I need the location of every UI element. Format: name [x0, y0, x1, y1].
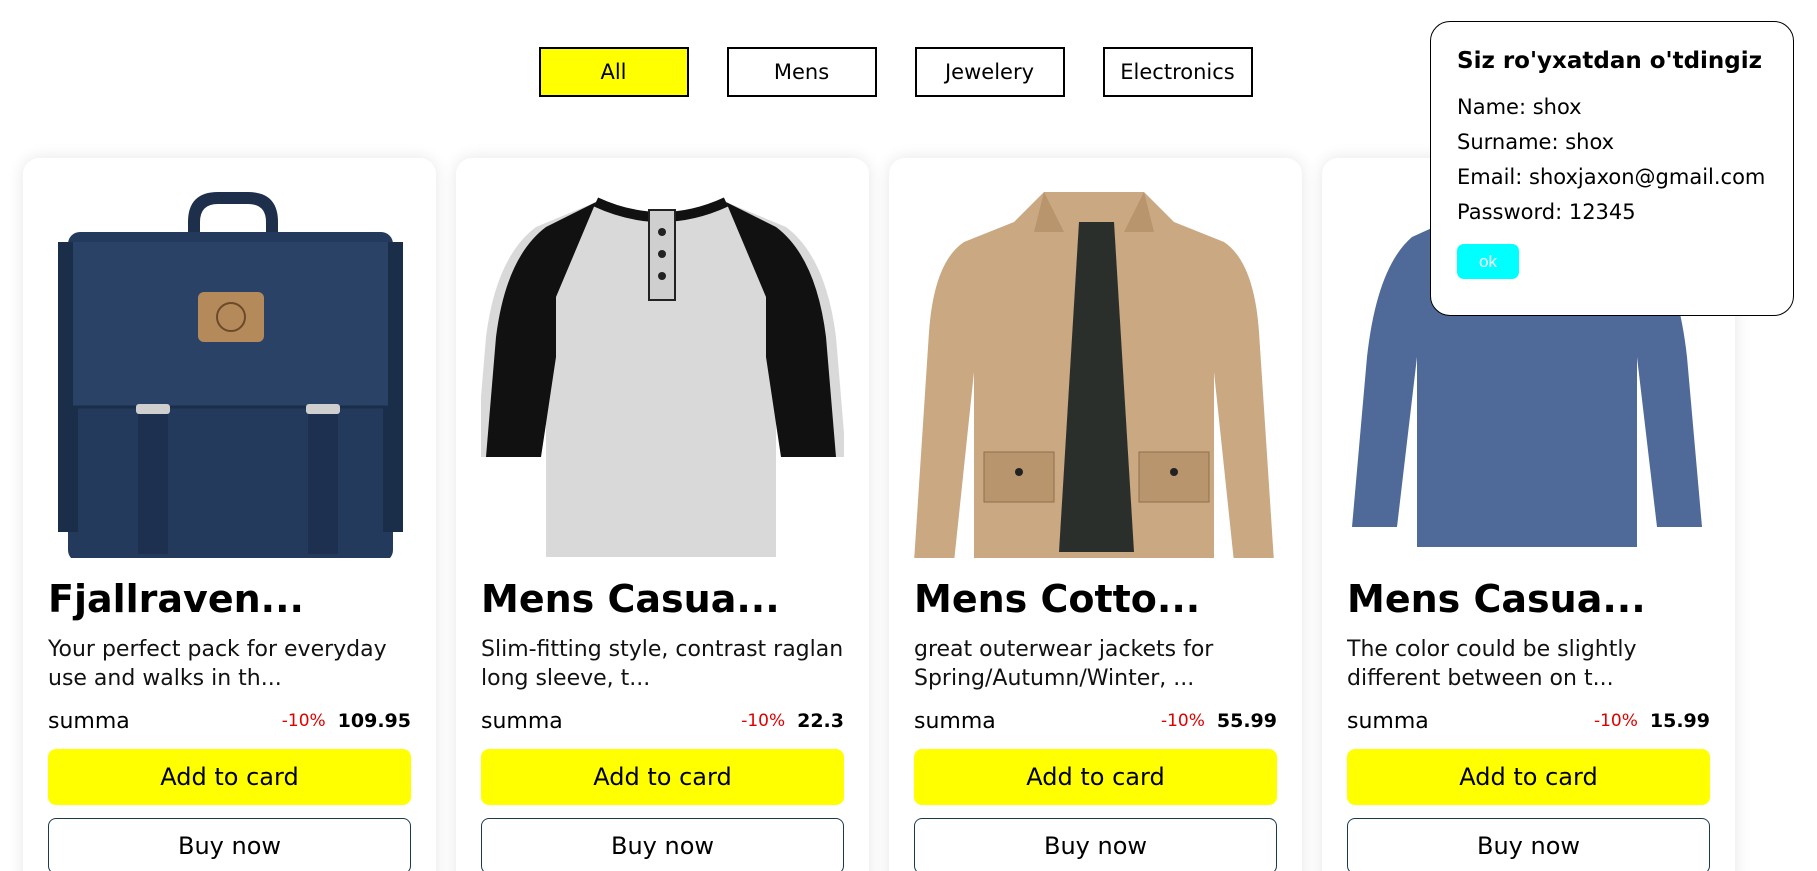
product-card: Mens Cotto... great outerwear jackets fo… — [889, 158, 1302, 871]
modal-surname: Surname: shox — [1457, 130, 1615, 154]
backpack-illustration — [58, 192, 403, 558]
modal-name: Name: shox — [1457, 95, 1582, 119]
modal-password: Password: 12345 — [1457, 200, 1636, 224]
jacket-illustration — [914, 192, 1274, 558]
product-description: Your perfect pack for everyday use and w… — [48, 637, 387, 691]
buy-now-button[interactable]: Buy now — [1347, 818, 1710, 871]
price-row: summa -10% 22.3 — [481, 707, 844, 735]
buy-now-button[interactable]: Buy now — [481, 818, 844, 871]
filter-all-button[interactable]: All — [538, 47, 689, 97]
add-to-card-button[interactable]: Add to card — [914, 749, 1277, 805]
add-to-card-button[interactable]: Add to card — [48, 749, 411, 805]
price-label: summa — [481, 708, 563, 734]
price-label: summa — [1347, 708, 1429, 734]
discount-badge: -10% — [741, 711, 786, 731]
buy-now-button[interactable]: Buy now — [48, 818, 411, 871]
add-to-card-button[interactable]: Add to card — [481, 749, 844, 805]
modal-title: Siz ro'yxatdan o'tdingiz — [1457, 48, 1763, 74]
price-row: summa -10% 15.99 — [1347, 707, 1710, 735]
price-value: 109.95 — [337, 710, 411, 732]
product-card: Mens Casua... Slim-fitting style, contra… — [456, 158, 869, 871]
filter-mens-button[interactable]: Mens — [726, 47, 877, 97]
product-description: great outerwear jackets for Spring/Autum… — [914, 637, 1214, 691]
filter-electronics-button[interactable]: Electronics — [1102, 47, 1253, 97]
price-value: 22.3 — [797, 710, 844, 732]
add-to-card-button[interactable]: Add to card — [1347, 749, 1710, 805]
price-value: 15.99 — [1649, 710, 1710, 732]
price-row: summa -10% 55.99 — [914, 707, 1277, 735]
backpack-image — [48, 182, 411, 558]
shop-page: All Mens Jewelery Electronics Fjallraven… — [0, 0, 1817, 871]
raglan-tshirt-illustration — [481, 197, 844, 557]
product-title: Mens Cotto... — [914, 577, 1201, 621]
price-row: summa -10% 109.95 — [48, 707, 411, 735]
product-description: Slim-fitting style, contrast raglan long… — [481, 637, 844, 691]
product-card: Fjallraven... Your perfect pack for ever… — [23, 158, 436, 871]
filter-jewelery-button[interactable]: Jewelery — [914, 47, 1065, 97]
discount-badge: -10% — [1593, 711, 1638, 731]
modal-email: Email: shoxjaxon@gmail.com — [1457, 165, 1766, 189]
discount-badge: -10% — [1160, 711, 1205, 731]
product-title: Mens Casua... — [1347, 577, 1646, 621]
price-label: summa — [914, 708, 996, 734]
modal-ok-button[interactable]: ok — [1457, 244, 1519, 279]
price-label: summa — [48, 708, 130, 734]
product-title: Fjallraven... — [48, 577, 304, 621]
registration-modal: Siz ro'yxatdan o'tdingiz Name: shox Surn… — [1430, 21, 1794, 316]
product-title: Mens Casua... — [481, 577, 780, 621]
buy-now-button[interactable]: Buy now — [914, 818, 1277, 871]
jacket-image — [914, 182, 1277, 558]
discount-badge: -10% — [281, 711, 326, 731]
raglan-tshirt-image — [481, 182, 844, 558]
product-description: The color could be slightly different be… — [1347, 637, 1637, 691]
price-value: 55.99 — [1216, 710, 1277, 732]
